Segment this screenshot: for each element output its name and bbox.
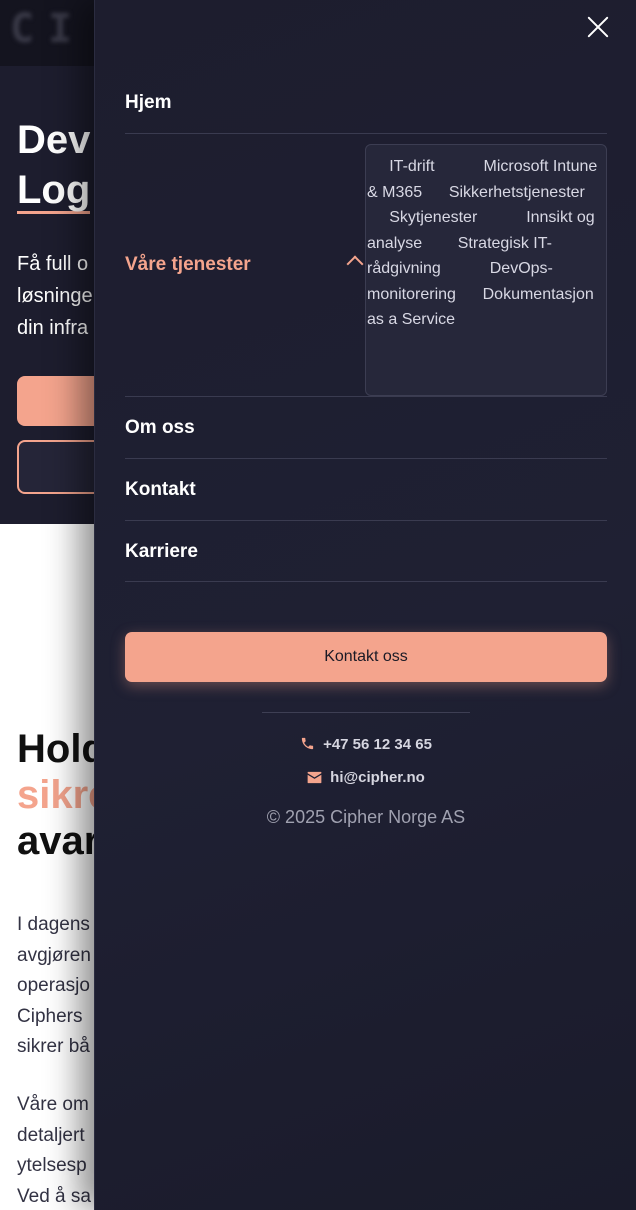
nav-item-vare-tjenester[interactable]: Våre tjenester IT-drift Microsoft Intune…	[125, 134, 607, 397]
nav-item-om-oss[interactable]: Om oss	[125, 397, 607, 459]
phone-number[interactable]: +47 56 12 34 65	[323, 736, 432, 753]
hero-title-line1: Dev	[17, 118, 91, 162]
email-contact[interactable]: hi@cipher.no	[95, 769, 636, 786]
hero-title: Dev Log	[17, 115, 90, 215]
hero-title-line2: Log	[17, 168, 91, 214]
nav-item-karriere[interactable]: Karriere	[125, 521, 607, 582]
nav-item-kontakt[interactable]: Kontakt	[125, 459, 607, 521]
chevron-up-icon[interactable]	[346, 255, 364, 273]
nav-item-label[interactable]: Kontakt	[125, 479, 196, 501]
nav-item-label[interactable]: Karriere	[125, 541, 198, 563]
nav-item-hjem[interactable]: Hjem	[125, 70, 607, 134]
mobile-menu-drawer: Hjem Våre tjenester IT-drift Microsoft I…	[94, 0, 636, 1210]
divider	[262, 712, 470, 713]
close-icon[interactable]	[585, 14, 611, 40]
nav-item-label[interactable]: Om oss	[125, 417, 195, 439]
nav-item-label[interactable]: Våre tjenester	[125, 254, 251, 276]
hero-subtitle: Få full o løsninge din infra	[17, 253, 93, 339]
services-submenu: IT-drift Microsoft Intune & M365 Sikkerh…	[365, 144, 607, 396]
phone-icon	[301, 737, 314, 750]
submenu-item-skytjenester[interactable]: Skytjenester	[389, 209, 477, 226]
copyright: © 2025 Cipher Norge AS	[266, 807, 466, 827]
section-title-line3: avar	[17, 819, 100, 863]
nav-item-label[interactable]: Hjem	[125, 92, 171, 114]
body-paragraph: I dagens avgjøren operasjo Ciphers sikre…	[17, 914, 91, 1057]
section-title-line1: Hold	[17, 727, 106, 771]
contact-us-button[interactable]: Kontakt oss	[125, 632, 607, 682]
body-paragraph: Våre om detaljert ytelsesp Ved å sa	[17, 1094, 91, 1207]
mail-icon	[307, 771, 322, 784]
submenu-item-it-drift[interactable]: IT-drift	[389, 158, 434, 175]
email-address[interactable]: hi@cipher.no	[330, 769, 425, 786]
site-logo[interactable]: CI	[10, 6, 86, 52]
phone-contact[interactable]: +47 56 12 34 65	[95, 736, 636, 753]
submenu-item-sikkerhet[interactable]: Sikkerhetstjenester	[449, 184, 585, 201]
